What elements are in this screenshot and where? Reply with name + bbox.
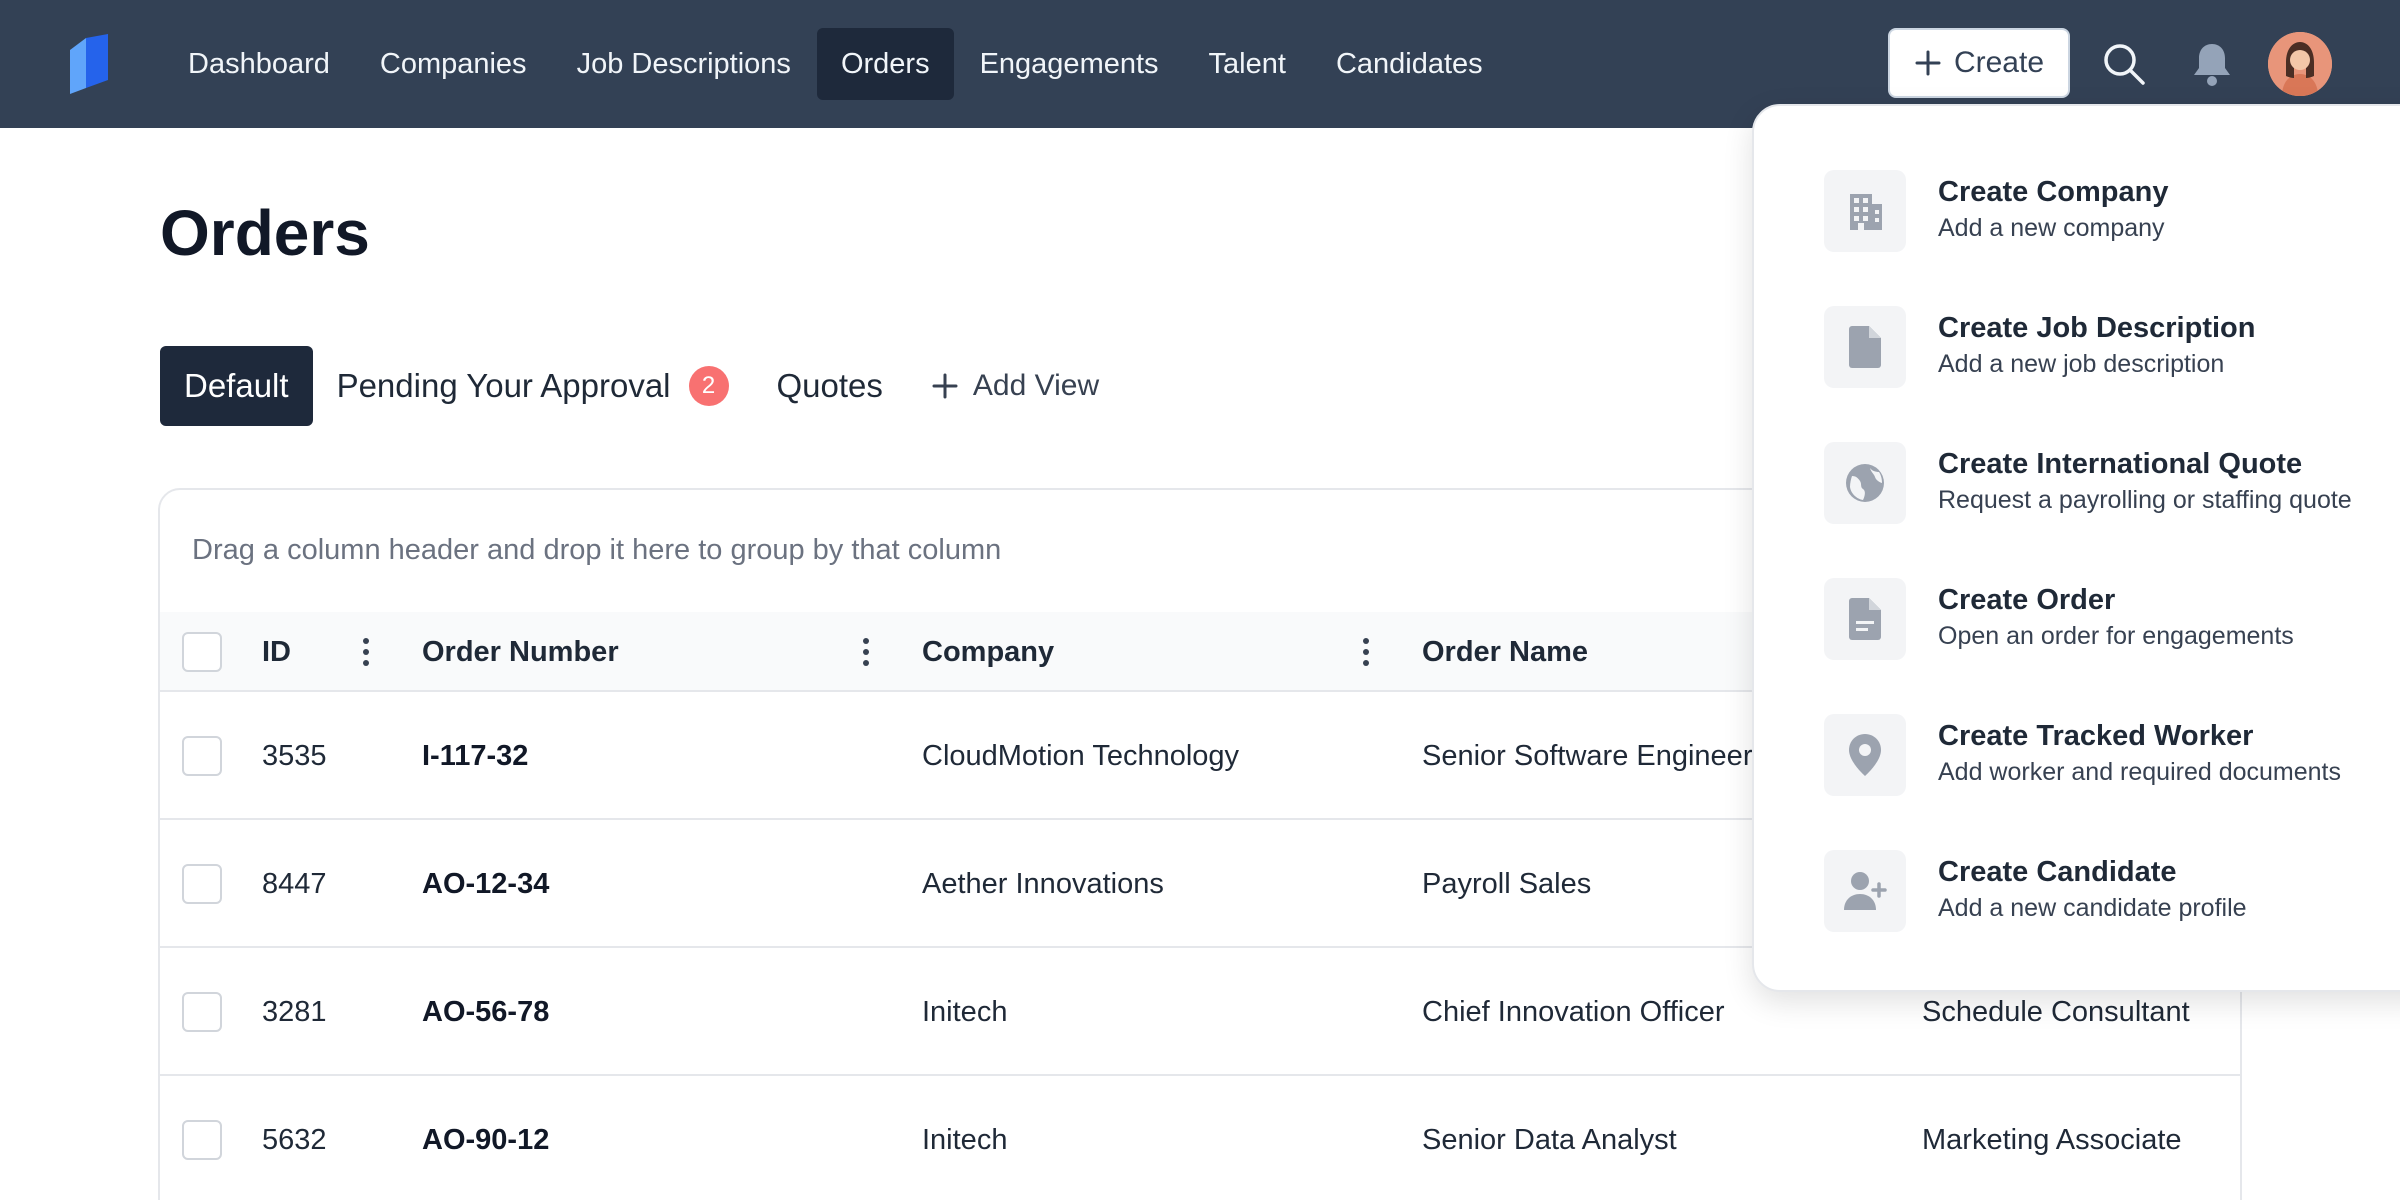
view-tabs: Default Pending Your Approval 2 Quotes A… xyxy=(160,346,1123,426)
table-row[interactable]: 5632 AO-90-12 Initech Senior Data Analys… xyxy=(160,1076,2240,1200)
cell-id: 3281 xyxy=(262,996,327,1028)
menu-item-create-job-description[interactable]: Create Job Description Add a new job des… xyxy=(1824,306,2400,388)
menu-item-subtitle: Add a new candidate profile xyxy=(1938,894,2247,922)
column-header-id[interactable]: ID xyxy=(262,612,291,692)
location-pin-icon xyxy=(1824,714,1906,796)
menu-item-subtitle: Open an order for engagements xyxy=(1938,622,2294,650)
page-title: Orders xyxy=(160,197,370,269)
tab-default[interactable]: Default xyxy=(160,346,313,426)
cell-order-name: Senior Data Analyst xyxy=(1422,1124,1677,1156)
menu-item-title: Create Candidate xyxy=(1938,856,2177,888)
menu-item-create-order[interactable]: Create Order Open an order for engagemen… xyxy=(1824,578,2400,660)
document-icon xyxy=(1824,306,1906,388)
menu-item-create-international-quote[interactable]: Create International Quote Request a pay… xyxy=(1824,442,2400,524)
column-menu-icon[interactable] xyxy=(1358,636,1374,668)
user-avatar[interactable] xyxy=(2268,32,2332,96)
plus-icon xyxy=(1915,50,1941,76)
row-checkbox[interactable] xyxy=(182,1120,222,1160)
cell-id: 3535 xyxy=(262,740,327,772)
menu-item-subtitle: Request a payrolling or staffing quote xyxy=(1938,486,2352,514)
tab-default-label: Default xyxy=(184,367,289,404)
cell-company: CloudMotion Technology xyxy=(922,740,1240,772)
menu-item-create-candidate[interactable]: Create Candidate Add a new candidate pro… xyxy=(1824,850,2400,932)
user-plus-icon xyxy=(1824,850,1906,932)
cell-order-name: Senior Software Engineer xyxy=(1422,740,1753,772)
cell-order-name: Chief Innovation Officer xyxy=(1422,996,1725,1028)
menu-item-subtitle: Add a new job description xyxy=(1938,350,2225,378)
menu-item-title: Create International Quote xyxy=(1938,448,2303,480)
menu-item-title: Create Order xyxy=(1938,584,2116,616)
search-icon xyxy=(2104,44,2145,85)
pending-count-badge: 2 xyxy=(688,366,729,406)
cell-company: Initech xyxy=(922,1124,1008,1156)
search-button[interactable] xyxy=(2094,34,2154,94)
app-logo-icon[interactable] xyxy=(68,34,110,94)
menu-item-create-company[interactable]: Create Company Add a new company xyxy=(1824,170,2400,252)
column-header-order-name[interactable]: Order Name xyxy=(1422,612,1588,692)
building-icon xyxy=(1824,170,1906,252)
tab-pending-label: Pending Your Approval xyxy=(336,367,671,404)
create-dropdown-menu: Create Company Add a new company Create … xyxy=(1752,104,2400,992)
nav-orders[interactable]: Orders xyxy=(816,28,954,100)
add-view-label: Add View xyxy=(972,369,1100,402)
cell-order-name: Payroll Sales xyxy=(1422,868,1592,900)
cell-order-number[interactable]: AO-90-12 xyxy=(422,1076,549,1200)
plus-icon xyxy=(932,373,958,399)
tab-pending-your-approval[interactable]: Pending Your Approval 2 xyxy=(313,346,753,426)
create-button[interactable]: Create xyxy=(1888,28,2070,98)
globe-icon xyxy=(1824,442,1906,524)
column-menu-icon[interactable] xyxy=(858,636,874,668)
menu-item-title: Create Tracked Worker xyxy=(1938,720,2254,752)
cell-order-number[interactable]: AO-12-34 xyxy=(422,820,549,948)
column-menu-icon[interactable] xyxy=(358,636,374,668)
add-view-button[interactable]: Add View xyxy=(907,346,1123,426)
avatar-image xyxy=(2268,32,2332,96)
notifications-button[interactable] xyxy=(2182,34,2242,94)
menu-item-subtitle: Add worker and required documents xyxy=(1938,758,2342,786)
row-checkbox[interactable] xyxy=(182,864,222,904)
main-nav: Dashboard Companies Job Descriptions Ord… xyxy=(164,28,1509,100)
cell-id: 5632 xyxy=(262,1124,327,1156)
cell-order-number[interactable]: I-117-32 xyxy=(422,692,528,820)
menu-item-subtitle: Add a new company xyxy=(1938,214,2165,242)
tab-quotes[interactable]: Quotes xyxy=(753,346,907,426)
cell-company: Aether Innovations xyxy=(922,868,1164,900)
nav-companies[interactable]: Companies xyxy=(356,28,551,100)
nav-dashboard[interactable]: Dashboard xyxy=(164,28,354,100)
select-all-checkbox[interactable] xyxy=(182,632,222,672)
group-by-drop-zone[interactable]: Drag a column header and drop it here to… xyxy=(192,534,1001,567)
create-button-label: Create xyxy=(1953,46,2045,79)
tab-quotes-label: Quotes xyxy=(776,367,883,404)
cell-id: 8447 xyxy=(262,868,327,900)
nav-job-descriptions[interactable]: Job Descriptions xyxy=(553,28,815,100)
cell-order-number[interactable]: AO-56-78 xyxy=(422,948,549,1076)
nav-candidates[interactable]: Candidates xyxy=(1312,28,1507,100)
bell-icon xyxy=(2194,44,2230,86)
cell-extra: Marketing Associate xyxy=(1922,1124,2182,1156)
nav-talent[interactable]: Talent xyxy=(1185,28,1310,100)
nav-engagements[interactable]: Engagements xyxy=(956,28,1183,100)
cell-company: Initech xyxy=(922,996,1008,1028)
document-text-icon xyxy=(1824,578,1906,660)
menu-item-title: Create Job Description xyxy=(1938,312,2256,344)
row-checkbox[interactable] xyxy=(182,992,222,1032)
menu-item-create-tracked-worker[interactable]: Create Tracked Worker Add worker and req… xyxy=(1824,714,2400,796)
menu-item-title: Create Company xyxy=(1938,176,2169,208)
row-checkbox[interactable] xyxy=(182,736,222,776)
column-header-order-number[interactable]: Order Number xyxy=(422,612,619,692)
column-header-company[interactable]: Company xyxy=(922,612,1054,692)
